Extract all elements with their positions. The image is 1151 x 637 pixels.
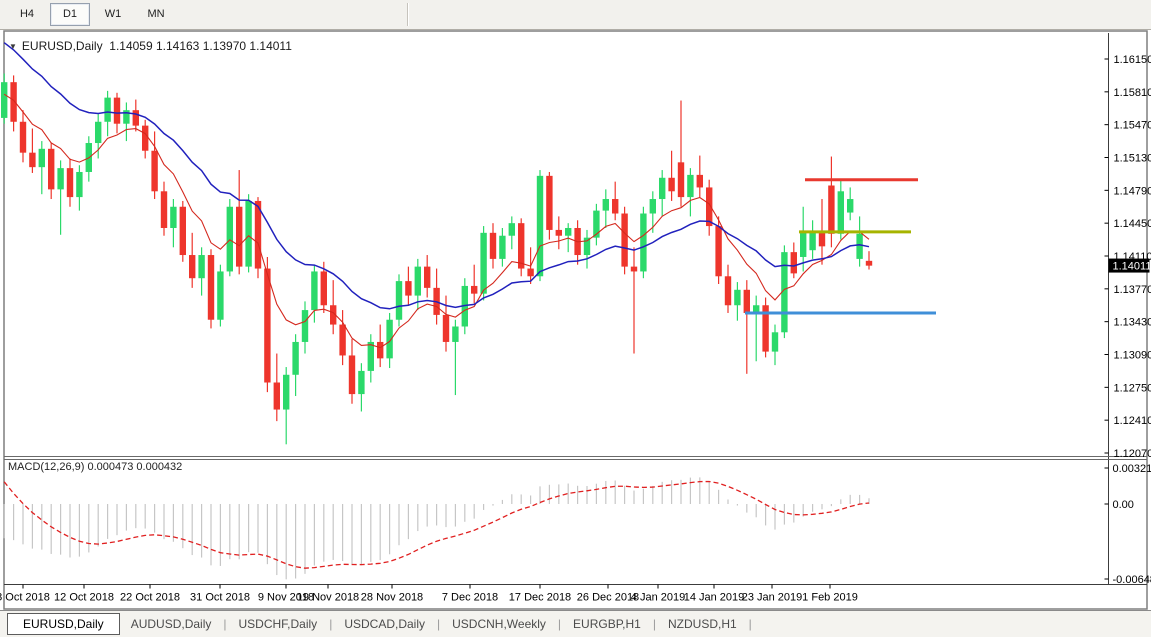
svg-text:14 Jan 2019: 14 Jan 2019 bbox=[684, 592, 745, 604]
svg-text:7 Dec 2018: 7 Dec 2018 bbox=[442, 592, 498, 604]
svg-text:23 Jan 2019: 23 Jan 2019 bbox=[742, 592, 803, 604]
collapse-triangle-icon[interactable]: ▼ bbox=[9, 42, 17, 51]
terminal-window: H4 D1 W1 MN 1.161501.158101.154701.15130… bbox=[0, 0, 1151, 637]
tab-usdcnh-weekly[interactable]: USDCNH,Weekly bbox=[441, 614, 557, 634]
svg-text:17 Dec 2018: 17 Dec 2018 bbox=[509, 592, 571, 604]
tab-usdchf-daily[interactable]: USDCHF,Daily bbox=[228, 614, 329, 634]
macd-axis: 0.003216 0.00 -0.006485 bbox=[1105, 463, 1151, 586]
svg-text:1.14450: 1.14450 bbox=[1114, 218, 1151, 230]
svg-text:0.003216: 0.003216 bbox=[1113, 463, 1151, 475]
svg-text:19 Nov 2018: 19 Nov 2018 bbox=[297, 592, 359, 604]
svg-text:0.00: 0.00 bbox=[1113, 499, 1134, 511]
svg-text:22 Oct 2018: 22 Oct 2018 bbox=[120, 592, 180, 604]
price-axis: 1.16150 1.15810 1.15470 1.15130 1.14790 1.144… bbox=[1105, 54, 1151, 460]
symbol-tabbar: EURUSD,Daily AUDUSD,Daily | USDCHF,Daily… bbox=[0, 610, 1151, 637]
macd-indicator-label: MACD(12,26,9) 0.000473 0.000432 bbox=[8, 461, 182, 473]
tab-eurusd-daily[interactable]: EURUSD,Daily bbox=[7, 613, 120, 635]
svg-text:4 Jan 2019: 4 Jan 2019 bbox=[631, 592, 685, 604]
svg-text:3 Oct 2018: 3 Oct 2018 bbox=[0, 592, 50, 604]
svg-text:1.13090: 1.13090 bbox=[1114, 350, 1151, 362]
svg-text:1.15810: 1.15810 bbox=[1114, 87, 1151, 99]
svg-text:31 Oct 2018: 31 Oct 2018 bbox=[190, 592, 250, 604]
svg-text:1.12410: 1.12410 bbox=[1114, 415, 1151, 427]
time-axis: 3 Oct 2018 12 Oct 2018 22 Oct 2018 31 Oct 2… bbox=[0, 585, 858, 604]
svg-text:1.13430: 1.13430 bbox=[1114, 317, 1151, 329]
svg-text:1.14011: 1.14011 bbox=[1113, 261, 1151, 273]
tab-nzdusd-h1[interactable]: NZDUSD,H1 bbox=[657, 614, 748, 634]
svg-text:1.12070: 1.12070 bbox=[1114, 448, 1151, 460]
svg-text:1.14790: 1.14790 bbox=[1114, 185, 1151, 197]
svg-text:1 Feb 2019: 1 Feb 2019 bbox=[802, 592, 858, 604]
tab-usdcad-daily[interactable]: USDCAD,Daily bbox=[333, 614, 436, 634]
chart-canvas[interactable]: 1.16150 1.15810 1.15470 1.15130 1.14790 1.144… bbox=[0, 0, 1151, 637]
chart-title-text: EURUSD,Daily 1.14059 1.14163 1.13970 1.1… bbox=[22, 39, 292, 53]
svg-text:1.12750: 1.12750 bbox=[1114, 382, 1151, 394]
macd-histogram bbox=[4, 477, 869, 579]
svg-text:1.13770: 1.13770 bbox=[1114, 284, 1151, 296]
svg-text:-0.006485: -0.006485 bbox=[1113, 574, 1151, 586]
chart-title: ▼ EURUSD,Daily 1.14059 1.14163 1.13970 1.… bbox=[9, 39, 292, 53]
svg-text:12 Oct 2018: 12 Oct 2018 bbox=[54, 592, 114, 604]
tab-audusd-daily[interactable]: AUDUSD,Daily bbox=[120, 614, 223, 634]
svg-text:1.15130: 1.15130 bbox=[1114, 153, 1151, 165]
tab-divider: | bbox=[748, 617, 753, 631]
svg-text:1.15470: 1.15470 bbox=[1114, 120, 1151, 132]
window-borders bbox=[4, 31, 1147, 609]
current-price-tag: 1.14011 bbox=[1109, 259, 1151, 273]
svg-text:1.16150: 1.16150 bbox=[1114, 54, 1151, 66]
tab-eurgbp-h1[interactable]: EURGBP,H1 bbox=[562, 614, 652, 634]
svg-text:28 Nov 2018: 28 Nov 2018 bbox=[361, 592, 423, 604]
